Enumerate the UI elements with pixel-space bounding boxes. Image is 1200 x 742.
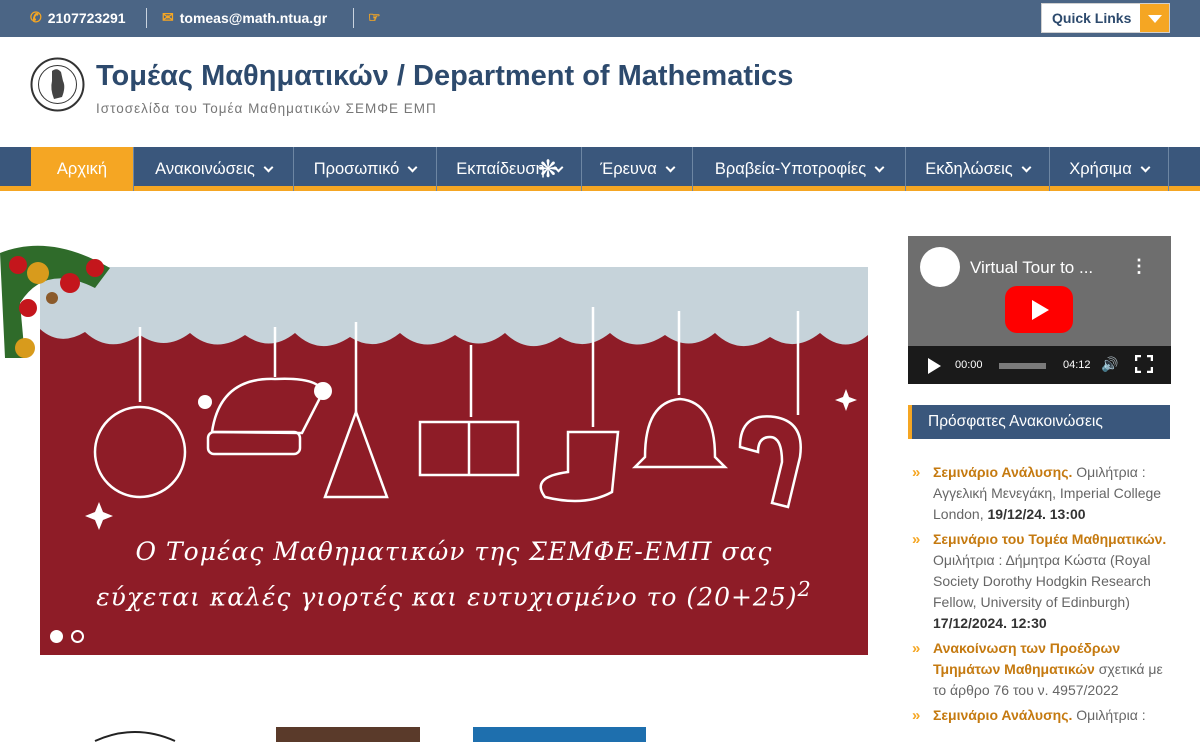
hand-pointer-link[interactable]: ☞ <box>368 9 387 26</box>
progress-track[interactable] <box>999 363 1046 369</box>
phone-icon: ✆ <box>30 9 42 25</box>
announcement-title[interactable]: Σεμινάριο Ανάλυσης. <box>933 464 1072 480</box>
university-seal-logo[interactable] <box>30 57 85 112</box>
nav-label: Αρχική <box>56 159 108 178</box>
quick-links-label: Quick Links <box>1052 10 1132 26</box>
nav-item-education[interactable]: Εκπαίδευση <box>437 147 582 191</box>
top-bar: ✆ 2107723291 ✉ tomeas@math.ntua.gr ☞ Qui… <box>0 0 1200 37</box>
current-time: 00:00 <box>955 359 983 371</box>
chevron-down-icon <box>263 162 274 172</box>
slider-dot[interactable] <box>71 630 84 643</box>
quick-links-dropdown[interactable]: Quick Links <box>1041 3 1170 33</box>
nav-label: Χρήσιμα <box>1069 159 1132 178</box>
email-link[interactable]: ✉ tomeas@math.ntua.gr <box>162 9 327 26</box>
chevron-down-icon <box>1140 4 1169 32</box>
phone-link[interactable]: ✆ 2107723291 <box>30 9 126 26</box>
nav-label: Εκδηλώσεις <box>925 159 1013 178</box>
duration: 04:12 <box>1063 359 1091 371</box>
nav-item-announcements[interactable]: Ανακοινώσεις <box>134 147 294 191</box>
nav-label: Εκπαίδευση <box>456 159 545 178</box>
hand-pointer-icon: ☞ <box>368 9 381 25</box>
announcement-title[interactable]: Σεμινάριο Ανάλυσης. <box>933 707 1072 723</box>
divider <box>353 8 354 28</box>
video-title[interactable]: Virtual Tour to ... <box>970 258 1093 278</box>
nav-label: Προσωπικό <box>313 159 400 178</box>
site-subtitle: Ιστοσελίδα του Τομέα Μαθηματικών ΣΕΜΦΕ Ε… <box>96 101 437 116</box>
nav-item-staff[interactable]: Προσωπικό <box>294 147 437 191</box>
partner-logos-row <box>0 725 880 742</box>
nav-label: Βραβεία-Υποτροφίες <box>714 159 867 178</box>
nav-item-useful[interactable]: Χρήσιμα <box>1050 147 1169 191</box>
volume-icon[interactable]: 🔊 <box>1101 356 1118 373</box>
chevron-down-icon <box>1140 162 1151 172</box>
greeting-superscript: 2 <box>797 577 812 601</box>
site-title[interactable]: Τομέας Μαθηματικών / Department of Mathe… <box>96 60 793 93</box>
main-navigation: Αρχική Ανακοινώσεις Προσωπικό Εκπαίδευση… <box>0 147 1200 191</box>
list-item[interactable]: Σεμινάριο Ανάλυσης. Ομιλήτρια : <box>912 705 1170 726</box>
christmas-wreath-decoration <box>0 245 110 358</box>
snowflake-icon: ❋ <box>538 156 559 183</box>
greeting-text: εύχεται καλές γιορτές και ευτυχισμένο το… <box>96 582 798 612</box>
nav-label: Ανακοινώσεις <box>155 159 255 178</box>
chevron-down-icon <box>874 162 885 172</box>
youtube-play-button[interactable] <box>1005 286 1073 333</box>
announcements-list: Σεμινάριο Ανάλυσης. Ομιλήτρια : Αγγελική… <box>912 462 1170 730</box>
slider-dot[interactable] <box>50 630 63 643</box>
announcement-body: Ομιλήτρια : <box>1072 707 1146 723</box>
announcement-date: 17/12/2024. 12:30 <box>933 615 1047 631</box>
greeting-line-1: Ο Τομέας Μαθηματικών της ΣΕΜΦΕ-ΕΜΠ σας <box>135 537 773 566</box>
announcement-title[interactable]: Σεμινάριο του Τομέα Μαθηματικών. <box>933 531 1166 547</box>
nav-item-home[interactable]: Αρχική <box>31 147 134 191</box>
youtube-video-player[interactable]: Virtual Tour to ... ⋮ 00:00 04:12 🔊 <box>908 236 1171 384</box>
phone-number: 2107723291 <box>47 9 126 26</box>
more-options-icon[interactable]: ⋮ <box>1130 256 1148 277</box>
chevron-down-icon <box>1021 162 1032 172</box>
announcement-date: 19/12/24. 13:00 <box>987 506 1086 522</box>
slider-pagination <box>50 630 84 643</box>
list-item[interactable]: Σεμινάριο του Τομέα Μαθηματικών. Ομιλήτρ… <box>912 529 1170 634</box>
chevron-down-icon <box>407 162 418 172</box>
greeting-line-2: εύχεται καλές γιορτές και ευτυχισμένο το… <box>40 577 868 611</box>
list-item[interactable]: Ανακοίνωση των Προέδρων Τμημάτων Μαθηματ… <box>912 638 1170 701</box>
envelope-icon: ✉ <box>162 9 174 25</box>
nav-item-awards[interactable]: Βραβεία-Υποτροφίες <box>693 147 906 191</box>
divider <box>146 8 147 28</box>
email-address: tomeas@math.ntua.gr <box>179 9 328 26</box>
play-icon[interactable] <box>928 358 941 374</box>
nav-item-research[interactable]: Έρευνα <box>582 147 693 191</box>
announcement-title[interactable]: Ανακοίνωση των Προέδρων Τμημάτων Μαθηματ… <box>933 640 1120 677</box>
nav-item-events[interactable]: Εκδηλώσεις <box>906 147 1050 191</box>
fullscreen-icon[interactable] <box>1135 355 1153 373</box>
list-item[interactable]: Σεμινάριο Ανάλυσης. Ομιλήτρια : Αγγελική… <box>912 462 1170 525</box>
video-controls: 00:00 04:12 🔊 <box>908 346 1171 384</box>
recent-announcements-heading: Πρόσφατες Ανακοινώσεις <box>908 405 1170 439</box>
chevron-down-icon <box>665 162 676 172</box>
channel-avatar[interactable] <box>920 247 960 287</box>
nav-label: Έρευνα <box>600 159 657 178</box>
holiday-slider[interactable]: Ο Τομέας Μαθηματικών της ΣΕΜΦΕ-ΕΜΠ σας ε… <box>40 267 868 655</box>
announcement-body: Ομιλήτρια : Δήμητρα Κώστα (Royal Society… <box>933 552 1151 610</box>
